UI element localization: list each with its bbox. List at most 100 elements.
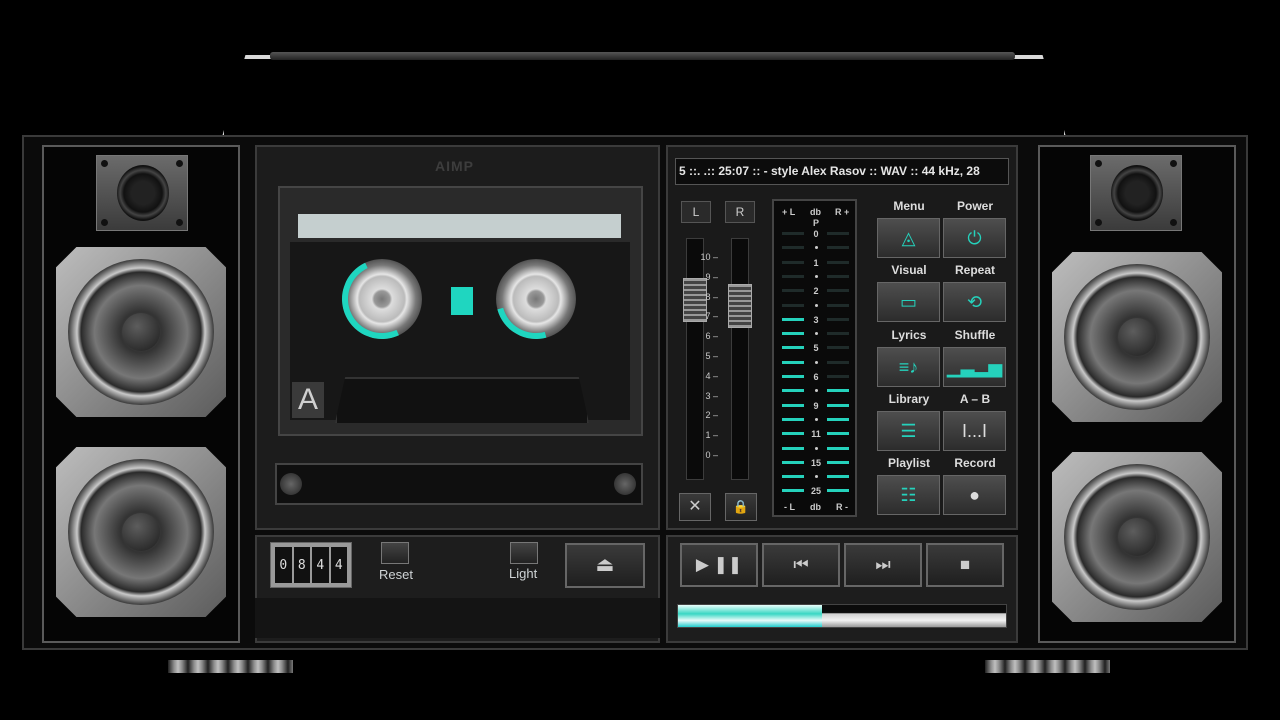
- shuffle-label: Shuffle: [954, 328, 996, 342]
- vu-bar-left: [782, 332, 804, 336]
- power-button[interactable]: ⏻: [943, 218, 1006, 258]
- menu-button[interactable]: ◬: [877, 218, 940, 258]
- lyrics-label: Lyrics: [891, 328, 927, 342]
- right-woofer-top: [1052, 252, 1222, 422]
- vu-bar-left: [782, 446, 804, 450]
- vu-bar-left: [782, 403, 804, 407]
- record-label: Record: [954, 456, 996, 470]
- vu-scale-label: 15: [808, 457, 824, 468]
- vu-bar-left: [782, 432, 804, 436]
- vu-bar-right: [827, 317, 849, 321]
- vu-scale-label: 1: [808, 257, 824, 268]
- repeat-label: Repeat: [954, 263, 995, 277]
- lock-icon[interactable]: 🔒: [725, 493, 757, 521]
- menu-triangle-icon: ◬: [901, 228, 916, 248]
- vu-dot: [815, 417, 818, 421]
- reset-label: Reset: [379, 567, 413, 582]
- waveform: [822, 605, 1006, 627]
- screw-icon: [280, 473, 302, 495]
- previous-button[interactable]: ⏮: [762, 543, 840, 587]
- fader-scale-tick: 7 –: [705, 311, 718, 322]
- library-button[interactable]: ☰: [877, 411, 940, 451]
- close-icon[interactable]: ✕: [679, 493, 711, 521]
- function-buttons: Menu Power ◬ ⏻ Visual Repeat ▭ ⟲ Lyrics …: [876, 198, 1009, 520]
- deck-bottom-strip: [255, 598, 660, 638]
- vu-bar-right: [827, 274, 849, 278]
- left-woofer-bottom: [56, 447, 226, 617]
- fader-scale-tick: 8 –: [705, 291, 718, 302]
- cassette-slot: [275, 463, 643, 505]
- ab-repeat-button[interactable]: I...I: [943, 411, 1006, 451]
- ab-label: A – B: [959, 392, 991, 406]
- vu-bar-right: [827, 246, 849, 250]
- vu-dot: [815, 360, 818, 364]
- seek-bar[interactable]: [677, 604, 1007, 628]
- stop-button[interactable]: ■: [926, 543, 1004, 587]
- play-pause-button[interactable]: ▶ ❚❚: [680, 543, 758, 587]
- vu-footer-mid: db: [810, 502, 821, 512]
- list-icon: ☰: [900, 421, 917, 441]
- right-channel-label: R: [725, 201, 755, 223]
- light-label: Light: [509, 566, 538, 581]
- right-fader-track: [731, 238, 749, 480]
- playlist-button[interactable]: ☷: [877, 475, 940, 515]
- vu-bar-right: [827, 489, 849, 493]
- vu-scale-label: 3: [808, 314, 824, 325]
- counter-digit: 4: [330, 547, 347, 583]
- vu-footer-right: R -: [836, 502, 848, 512]
- vu-bar-right: [827, 332, 849, 336]
- right-volume-slider[interactable]: [728, 283, 752, 328]
- vu-bar-right: [827, 289, 849, 293]
- vu-bar-right: [827, 346, 849, 350]
- visual-button[interactable]: ▭: [877, 282, 940, 322]
- repeat-button[interactable]: ⟲: [943, 282, 1006, 322]
- vu-header-right: R +: [835, 207, 850, 217]
- next-button[interactable]: ⏭: [844, 543, 922, 587]
- vu-scale-label: 11: [808, 429, 824, 440]
- reset-button[interactable]: [381, 542, 409, 564]
- library-label: Library: [888, 392, 930, 406]
- vu-bar-left: [782, 274, 804, 278]
- vu-bar-left: [782, 289, 804, 293]
- counter-digit: 4: [312, 547, 329, 583]
- carry-handle: [220, 55, 1068, 144]
- fader-scale-tick: 2 –: [705, 410, 718, 421]
- seek-bar-progress: [678, 605, 823, 627]
- record-button[interactable]: ●: [943, 475, 1006, 515]
- light-button[interactable]: [510, 542, 538, 564]
- shuffle-button[interactable]: ▁▃▂▅: [943, 347, 1006, 387]
- vu-dot: [815, 446, 818, 450]
- power-icon: ⏻: [967, 228, 982, 248]
- vu-bar-left: [782, 317, 804, 321]
- vu-bar-left: [782, 232, 804, 235]
- vu-bar-right: [827, 375, 849, 378]
- side-label: A: [292, 382, 324, 418]
- vu-bar-right: [827, 417, 849, 421]
- fader-scale-tick: 4 –: [705, 370, 718, 381]
- menu-label: Menu: [893, 199, 925, 213]
- vu-header-left: + L: [782, 207, 796, 217]
- vu-bar-right: [827, 460, 849, 464]
- monitor-icon: ▭: [899, 292, 917, 312]
- counter-digit: 8: [293, 547, 310, 583]
- vu-scale-label: 0: [808, 229, 824, 239]
- fader-scale-tick: 9 –: [705, 271, 718, 282]
- eject-button[interactable]: ⏏: [565, 543, 645, 588]
- vu-scale-label: 25: [808, 486, 824, 497]
- handle-bar: [270, 52, 1015, 60]
- fader-scale-tick: 6 –: [705, 331, 718, 342]
- vu-bar-left: [782, 460, 804, 464]
- ab-repeat-icon: I...I: [961, 421, 987, 441]
- lyrics-icon: ≡♪: [898, 357, 919, 377]
- power-label: Power: [956, 199, 993, 213]
- left-tweeter: [96, 155, 188, 231]
- lyrics-button[interactable]: ≡♪: [877, 347, 940, 387]
- aimp-logo: AIMP: [435, 158, 474, 174]
- left-speaker-panel: [42, 145, 240, 643]
- vu-footer-left: - L: [784, 502, 795, 512]
- playlist-icon: ☷: [900, 485, 917, 505]
- equalizer-icon: ▁▃▂▅: [946, 357, 1003, 377]
- fader-scale-tick: 0 –: [705, 450, 718, 460]
- screw-icon: [614, 473, 636, 495]
- playlist-label: Playlist: [887, 456, 931, 470]
